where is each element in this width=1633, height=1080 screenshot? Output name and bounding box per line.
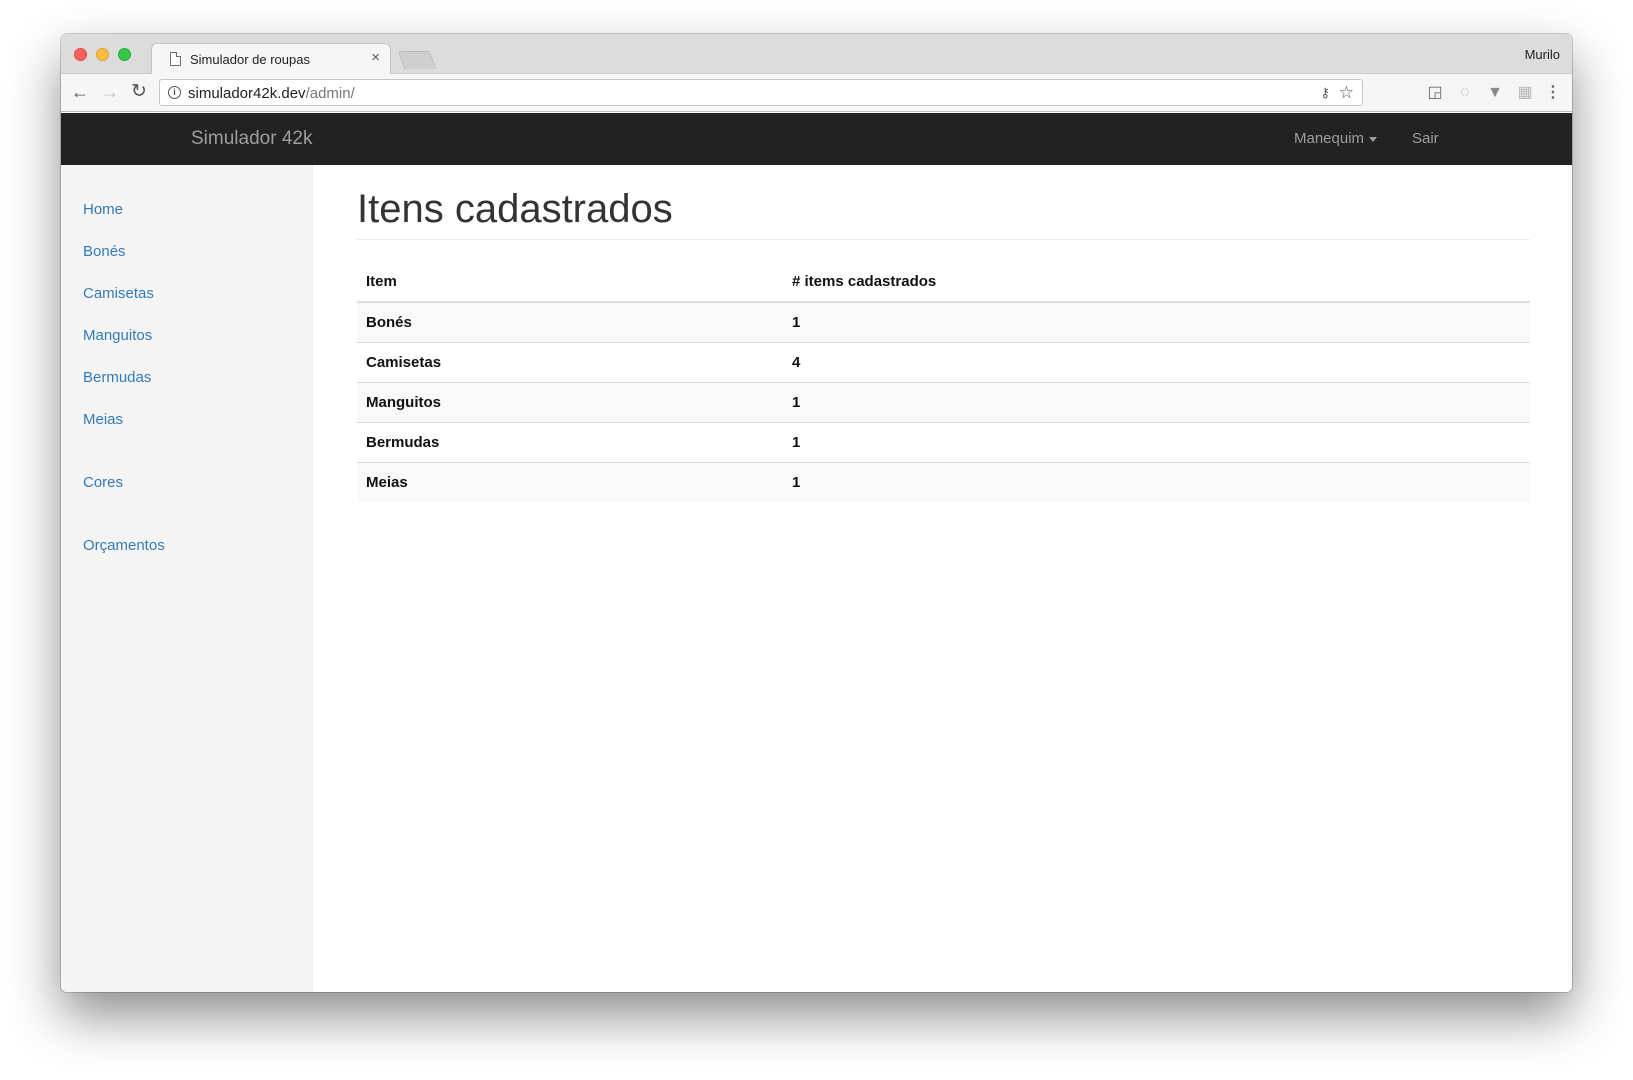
browser-window: Simulador de roupas × Murilo ← → ↻ i sim… [61, 34, 1572, 992]
sidebar-item-cores[interactable]: Cores [83, 474, 123, 491]
logout-link[interactable]: Sair [1412, 130, 1439, 147]
key-icon[interactable]: ⚷ [1320, 83, 1330, 103]
item-name-cell: Bermudas [357, 421, 783, 462]
tab-title: Simulador de roupas [190, 52, 310, 67]
item-count-cell: 4 [783, 341, 1530, 382]
column-header-item: Item [357, 261, 783, 303]
extension-circle-icon[interactable]: ◌ [1454, 82, 1476, 104]
chevron-down-icon [1369, 136, 1378, 142]
sidebar-item-orcamentos[interactable]: Orçamentos [83, 537, 165, 554]
url-host: simulador42k.dev [188, 85, 306, 102]
table-row: Camisetas 4 [357, 341, 1530, 382]
table-row: Bermudas 1 [357, 421, 1530, 462]
close-window-button[interactable] [74, 48, 87, 61]
sidebar-item-manguitos[interactable]: Manguitos [83, 327, 152, 344]
url-text[interactable]: simulador42k.dev/admin/ [188, 85, 355, 102]
table-row: Meias 1 [357, 461, 1530, 502]
brand-link[interactable]: Simulador 42k [191, 128, 312, 150]
new-tab-button[interactable] [397, 51, 437, 69]
table-row: Manguitos 1 [357, 381, 1530, 422]
column-header-count: # items cadastrados [783, 261, 1530, 303]
sidebar-item-meias[interactable]: Meias [83, 411, 123, 428]
sidebar-item-home[interactable]: Home [83, 201, 123, 218]
page-icon [170, 52, 181, 66]
main-content: Itens cadastrados Item # items cadastrad… [313, 165, 1572, 992]
url-path: /admin/ [305, 85, 355, 102]
browser-toolbar: ← → ↻ i simulador42k.dev/admin/ ⚷ ☆ ◲ ◌ … [61, 74, 1572, 112]
item-name-cell: Bonés [357, 301, 783, 342]
page-title: Itens cadastrados [357, 187, 673, 231]
info-icon[interactable]: i [168, 86, 181, 99]
tab-strip: Simulador de roupas × Murilo [61, 34, 1572, 75]
sidebar-item-bones[interactable]: Bonés [83, 243, 126, 260]
extension-v-icon[interactable]: ▼ [1484, 82, 1506, 104]
minimize-window-button[interactable] [96, 48, 109, 61]
browser-tab[interactable]: Simulador de roupas × [151, 43, 391, 75]
item-name-cell: Meias [357, 461, 783, 502]
item-name-cell: Manguitos [357, 381, 783, 422]
item-count-cell: 1 [783, 301, 1530, 342]
profile-name[interactable]: Murilo [1525, 47, 1560, 62]
extension-grid-icon[interactable]: ▦ [1514, 82, 1536, 104]
item-count-cell: 1 [783, 421, 1530, 462]
cast-icon[interactable]: ◲ [1424, 82, 1446, 104]
item-count-cell: 1 [783, 461, 1530, 502]
maximize-window-button[interactable] [118, 48, 131, 61]
items-table: Item # items cadastrados Bonés 1 Camiset… [357, 261, 1530, 502]
tab-close-icon[interactable]: × [371, 49, 380, 66]
table-row: Bonés 1 [357, 301, 1530, 342]
menu-icon[interactable]: ⋮ [1542, 82, 1564, 104]
reload-icon[interactable]: ↻ [128, 81, 150, 103]
item-name-cell: Camisetas [357, 341, 783, 382]
back-arrow-icon[interactable]: ← [69, 81, 91, 103]
table-header-row: Item # items cadastrados [357, 261, 1530, 303]
forward-arrow-icon[interactable]: → [99, 81, 121, 103]
sidebar: Home Bonés Camisetas Manguitos Bermudas … [61, 165, 313, 992]
manequim-dropdown[interactable]: Manequim [1294, 130, 1378, 147]
star-icon[interactable]: ☆ [1339, 83, 1354, 103]
item-count-cell: 1 [783, 381, 1530, 422]
address-bar[interactable]: i simulador42k.dev/admin/ ⚷ ☆ [159, 79, 1363, 106]
sidebar-item-camisetas[interactable]: Camisetas [83, 285, 154, 302]
title-divider [357, 239, 1530, 240]
manequim-label: Manequim [1294, 130, 1365, 147]
app-navbar: Simulador 42k Manequim Sair [61, 113, 1572, 165]
sidebar-item-bermudas[interactable]: Bermudas [83, 369, 151, 386]
